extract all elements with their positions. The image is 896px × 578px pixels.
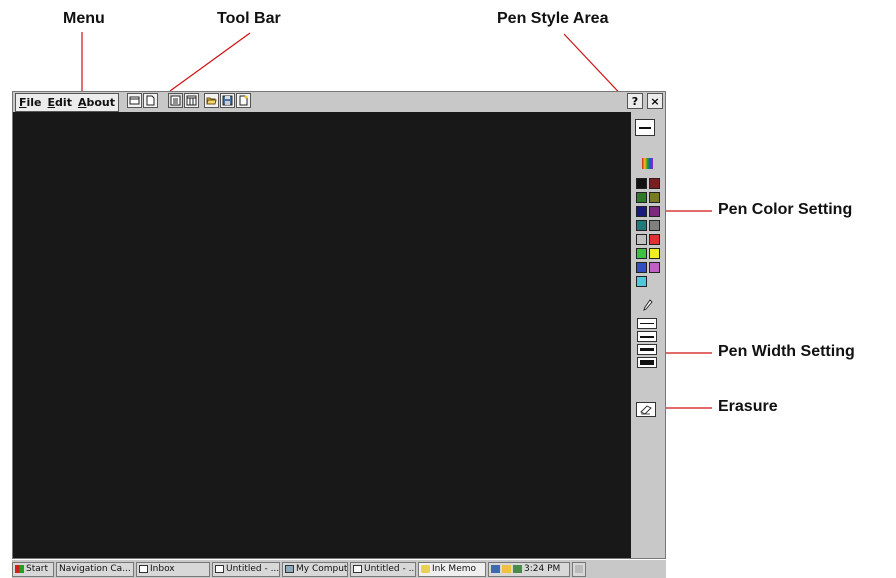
ink-canvas[interactable]	[13, 112, 631, 558]
eraser-icon	[640, 405, 652, 415]
color-swatch[interactable]	[636, 248, 647, 259]
menu-bar: File Edit About ? ×	[13, 92, 665, 112]
callout-pen-width: Pen Width Setting	[718, 343, 855, 360]
start-button[interactable]: Start	[12, 561, 54, 577]
save-disk-icon[interactable]	[220, 93, 235, 108]
callout-pen-color: Pen Color Setting	[718, 201, 853, 218]
pen-width-thick[interactable]	[637, 344, 657, 355]
menu-group: File Edit About	[15, 93, 119, 112]
grid-view-icon[interactable]	[184, 93, 199, 108]
menu-file[interactable]: File	[19, 96, 42, 109]
pen-width-heavy[interactable]	[637, 357, 657, 368]
menu-edit[interactable]: Edit	[48, 96, 72, 109]
taskbar-item-ink-memo[interactable]: Ink Memo	[418, 561, 486, 577]
mail-icon	[353, 565, 362, 573]
new-page-icon[interactable]	[143, 93, 158, 108]
color-swatch[interactable]	[636, 262, 647, 273]
new-window-icon[interactable]	[127, 93, 142, 108]
open-folder-icon[interactable]	[204, 93, 219, 108]
clock: 3:24 PM	[524, 564, 561, 574]
callout-toolbar: Tool Bar	[217, 10, 281, 27]
color-swatch[interactable]	[649, 248, 660, 259]
pen-style-button[interactable]	[635, 119, 655, 136]
pen-width-medium[interactable]	[637, 331, 657, 342]
callout-erasure: Erasure	[718, 398, 778, 415]
help-button[interactable]: ?	[627, 93, 643, 109]
color-swatch[interactable]	[649, 234, 660, 245]
color-swatch[interactable]	[636, 206, 647, 217]
pencil-desktop-icon	[575, 565, 583, 573]
color-swatch[interactable]	[636, 276, 647, 287]
color-swatch[interactable]	[649, 220, 660, 231]
desktop-toggle-button[interactable]	[572, 561, 586, 577]
color-swatch[interactable]	[649, 262, 660, 273]
new-document-icon[interactable]	[236, 93, 251, 108]
menu-about[interactable]: About	[78, 96, 115, 109]
pen-sidebar	[631, 112, 665, 558]
color-swatch[interactable]	[636, 178, 647, 189]
taskbar-item-navigation[interactable]: Navigation Ca...	[56, 561, 134, 577]
taskbar-item-label: Inbox	[150, 564, 175, 574]
windows-flag-icon	[15, 565, 24, 573]
taskbar-item-label: Untitled - ...	[364, 564, 416, 574]
taskbar: Start Navigation Ca... Inbox Untitled - …	[12, 559, 666, 578]
pencil-icon	[643, 298, 653, 311]
callout-pen-style: Pen Style Area	[497, 10, 609, 27]
color-swatch[interactable]	[636, 234, 647, 245]
inbox-icon	[139, 565, 148, 573]
pen-width-thin[interactable]	[637, 318, 657, 329]
taskbar-item-label: Ink Memo	[432, 564, 477, 574]
color-swatch[interactable]	[649, 178, 660, 189]
color-palette-icon	[642, 158, 653, 169]
system-tray: 3:24 PM	[488, 561, 570, 577]
color-swatch[interactable]	[649, 192, 660, 203]
color-swatch[interactable]	[636, 192, 647, 203]
taskbar-item-untitled-1[interactable]: Untitled - ...	[212, 561, 280, 577]
taskbar-item-inbox[interactable]: Inbox	[136, 561, 210, 577]
mail-icon	[215, 565, 224, 573]
ink-memo-icon	[421, 565, 430, 573]
start-label: Start	[26, 564, 48, 574]
eraser-button[interactable]	[636, 402, 656, 417]
network-icon[interactable]	[491, 565, 500, 573]
taskbar-item-label: Navigation Ca...	[59, 564, 131, 574]
list-view-icon[interactable]	[168, 93, 183, 108]
display-icon[interactable]	[513, 565, 522, 573]
taskbar-item-label: My Computer	[296, 564, 348, 574]
taskbar-item-my-computer[interactable]: My Computer	[282, 561, 348, 577]
color-swatch[interactable]	[649, 206, 660, 217]
taskbar-item-untitled-2[interactable]: Untitled - ...	[350, 561, 416, 577]
callout-menu: Menu	[63, 10, 105, 27]
volume-icon[interactable]	[502, 565, 511, 573]
ink-memo-window: File Edit About ? ×	[12, 91, 666, 559]
taskbar-item-label: Untitled - ...	[226, 564, 280, 574]
computer-icon	[285, 565, 294, 573]
close-button[interactable]: ×	[647, 93, 663, 109]
leader-line-toolbar	[169, 32, 251, 92]
color-swatch[interactable]	[636, 220, 647, 231]
